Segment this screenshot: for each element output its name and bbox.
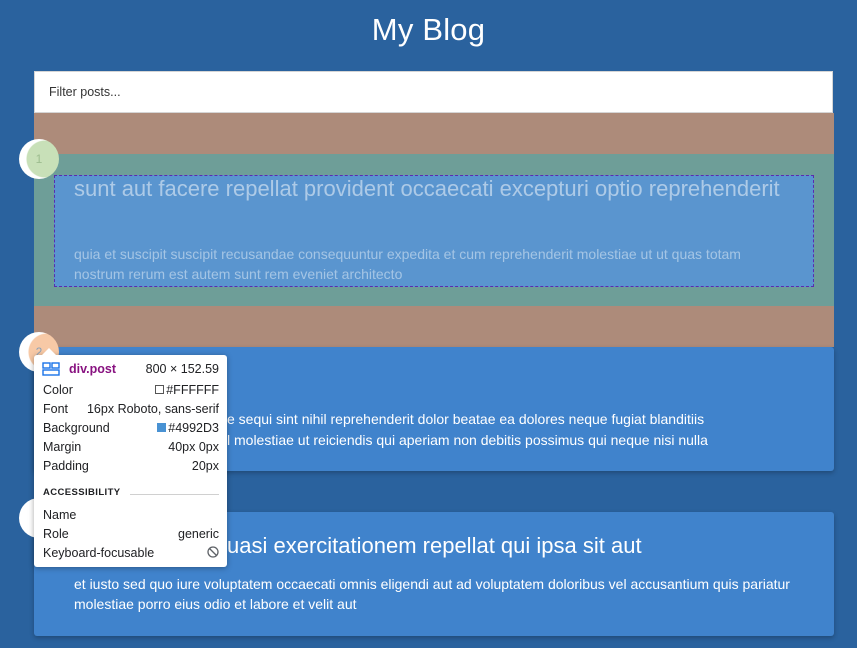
inspector-row-padding: Padding 20px [43,459,219,477]
post-body: et iusto sed quo iure voluptatem occaeca… [74,576,790,612]
post-body-line: e sequi sint nihil reprehenderit dolor b… [227,411,705,427]
post-body: quia et suscipit suscipit recusandae con… [74,246,741,282]
row-value: generic [178,527,219,541]
accessibility-heading: ACCESSIBILITY [43,487,219,498]
tooltip-header: div.post 800 × 152.59 [42,362,219,378]
element-selector: div.post [69,362,116,376]
element-size: 800 × 152.59 [145,362,219,376]
inspector-row-font: Font 16px Roboto, sans-serif [43,402,219,420]
inspector-tooltip: div.post 800 × 152.59 Color #FFFFFF Font… [34,348,227,567]
filter-posts-input[interactable] [34,71,833,113]
row-key: Role [43,527,69,541]
color-swatch [155,385,165,394]
row-value: 40px 0px [168,440,219,454]
row-key: Keyboard-focusable [43,546,155,560]
color-swatch [157,423,167,432]
section-divider [130,494,219,495]
inspector-row-color: Color #FFFFFF [43,383,219,401]
row-value [207,546,219,561]
element-layout-icon [42,362,60,376]
inspector-row-name: Name [43,508,219,526]
inspector-row-keyboard-focusable: Keyboard-focusable [43,546,219,564]
row-key: Background [43,421,110,435]
row-key: Padding [43,459,89,473]
blog-title: My Blog [371,12,486,47]
inspector-row-role: Role generic [43,527,219,545]
post-title: uasi exercitationem repellat qui ipsa si… [227,533,642,558]
row-value: 20px [191,459,219,473]
row-value: #FFFFFF [155,383,219,397]
row-key: Font [43,402,69,416]
row-key: Name [43,508,77,522]
row-value: 16px Roboto, sans-serif [86,402,219,416]
post-body-line: l molestiae ut reiciendis qui aperiam no… [227,432,708,448]
post-number-badge: 1 [19,139,59,179]
post-title: sunt aut facere repellat provident occae… [74,176,780,201]
inspector-row-margin: Margin 40px 0px [43,440,219,458]
inspector-row-background: Background #4992D3 [43,421,219,439]
row-key: Color [43,383,73,397]
row-key: Margin [43,440,82,454]
row-value: #4992D3 [157,421,219,435]
not-allowed-icon [207,546,219,558]
